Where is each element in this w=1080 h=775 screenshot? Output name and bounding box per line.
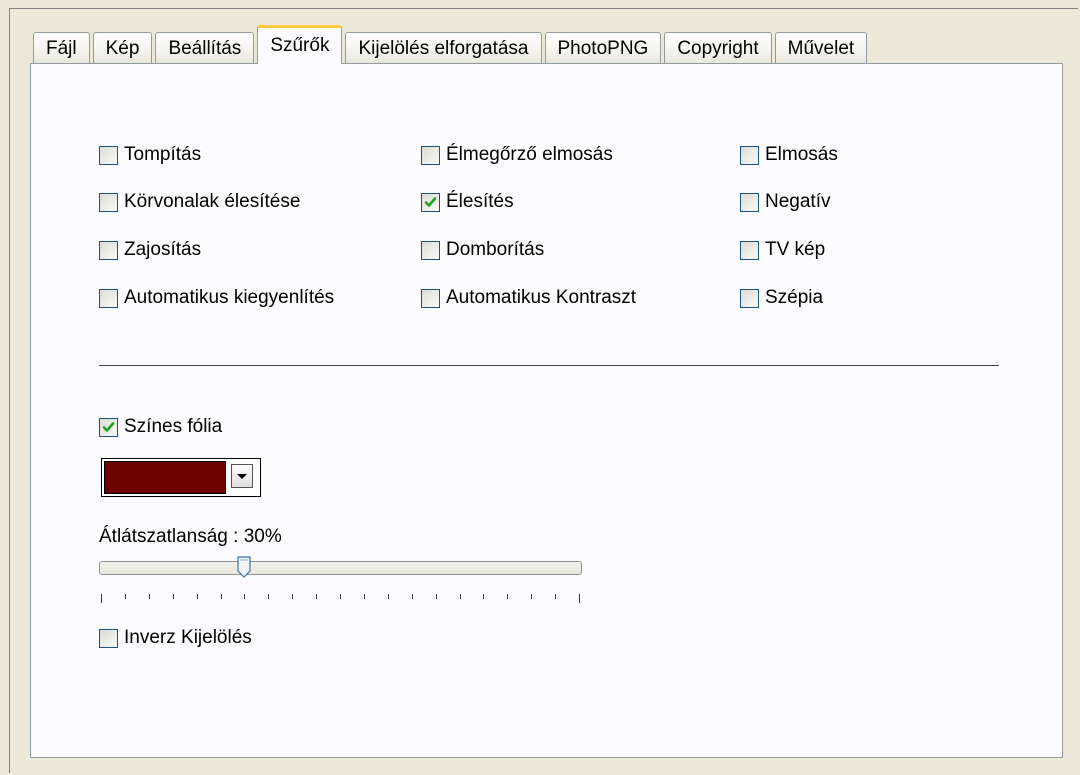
slider-tick — [173, 594, 174, 599]
checkbox[interactable] — [99, 288, 118, 308]
checkmark-icon — [102, 421, 115, 432]
slider-tick — [436, 594, 437, 599]
checkbox[interactable] — [421, 288, 440, 308]
filter-tv-image[interactable]: TV kép — [740, 239, 825, 261]
filter-label: Élesítés — [446, 191, 514, 212]
filter-label: Elmosás — [765, 144, 838, 165]
color-foil-label: Színes fólia — [124, 416, 223, 437]
slider-tick — [292, 594, 293, 599]
filter-label: Zajosítás — [124, 239, 202, 260]
filter-noise[interactable]: Zajosítás — [99, 239, 201, 261]
slider-tick — [579, 594, 580, 603]
slider-tick — [555, 594, 556, 599]
slider-tick — [244, 594, 245, 599]
tab-copyright[interactable]: Copyright — [664, 32, 772, 64]
filter-sharpen[interactable]: Élesítés — [421, 191, 514, 213]
filter-blur-soft[interactable]: Tompítás — [99, 144, 201, 166]
slider-tick — [460, 594, 461, 599]
filter-label: Automatikus kiegyenlítés — [124, 287, 335, 308]
filter-label: TV kép — [765, 239, 826, 260]
slider-tick — [101, 594, 102, 603]
tab-operation[interactable]: Művelet — [774, 32, 868, 64]
filters-panel — [30, 63, 1063, 758]
checkbox[interactable] — [99, 192, 118, 212]
checkbox[interactable] — [99, 240, 118, 260]
tab-bar: Fájl Kép Beállítás Szűrők Kijelölés elfo… — [33, 25, 870, 64]
slider-tick — [364, 594, 365, 599]
filter-sepia[interactable]: Szépia — [740, 287, 823, 309]
color-dropdown[interactable] — [101, 458, 261, 497]
checkbox[interactable] — [421, 145, 440, 165]
slider-tick — [197, 594, 198, 599]
tab-settings[interactable]: Beállítás — [155, 32, 255, 64]
filter-edge-sharpen[interactable]: Körvonalak élesítése — [99, 191, 300, 213]
slider-thumb[interactable] — [237, 556, 251, 578]
checkbox[interactable] — [740, 288, 759, 308]
filter-blur[interactable]: Elmosás — [740, 144, 838, 166]
tab-rotate-selection[interactable]: Kijelölés elforgatása — [345, 32, 542, 64]
dropdown-button[interactable] — [231, 464, 253, 488]
tab-file[interactable]: Fájl — [33, 32, 90, 64]
checkmark-icon — [424, 196, 437, 207]
filter-auto-contrast[interactable]: Automatikus Kontraszt — [421, 287, 636, 309]
filter-label: Domborítás — [446, 239, 545, 260]
filter-label: Tompítás — [124, 144, 202, 165]
filter-label: Negatív — [765, 191, 831, 212]
opacity-slider-track[interactable] — [99, 561, 582, 575]
slider-tick — [268, 594, 269, 599]
checkbox[interactable] — [421, 240, 440, 260]
slider-tick — [221, 594, 222, 599]
slider-tick — [125, 594, 126, 599]
filter-label: Szépia — [765, 287, 824, 308]
filter-label: Élmegőrző elmosás — [446, 144, 613, 165]
tab-image[interactable]: Kép — [92, 32, 153, 64]
color-foil-option[interactable]: Színes fólia — [99, 416, 222, 438]
checkbox[interactable] — [421, 192, 440, 212]
slider-tick — [149, 594, 150, 599]
slider-tick — [507, 594, 508, 599]
filter-emboss[interactable]: Domborítás — [421, 239, 544, 261]
color-swatch — [104, 461, 226, 494]
opacity-label: Átlátszatlanság : 30% — [99, 526, 282, 547]
checkbox[interactable] — [740, 192, 759, 212]
chevron-down-icon — [237, 474, 247, 479]
filter-negative[interactable]: Negatív — [740, 191, 830, 213]
inverse-selection-label: Inverz Kijelölés — [124, 627, 252, 648]
checkbox[interactable] — [99, 417, 118, 437]
tab-filters[interactable]: Szűrők — [257, 25, 343, 64]
section-divider — [99, 365, 999, 366]
inverse-selection-option[interactable]: Inverz Kijelölés — [99, 627, 252, 649]
slider-ticks — [101, 594, 581, 604]
filter-label: Automatikus Kontraszt — [446, 287, 637, 308]
slider-tick — [531, 594, 532, 599]
tab-photopng[interactable]: PhotoPNG — [544, 32, 662, 64]
slider-tick — [340, 594, 341, 599]
checkbox[interactable] — [99, 145, 118, 165]
slider-tick — [316, 594, 317, 599]
checkbox[interactable] — [740, 240, 759, 260]
slider-tick — [412, 594, 413, 599]
filter-edge-preserving-blur[interactable]: Élmegőrző elmosás — [421, 144, 613, 166]
slider-tick — [388, 594, 389, 599]
filter-label: Körvonalak élesítése — [124, 191, 301, 212]
slider-tick — [483, 594, 484, 599]
checkbox[interactable] — [740, 145, 759, 165]
filter-auto-equalize[interactable]: Automatikus kiegyenlítés — [99, 287, 334, 309]
checkbox[interactable] — [99, 628, 118, 648]
